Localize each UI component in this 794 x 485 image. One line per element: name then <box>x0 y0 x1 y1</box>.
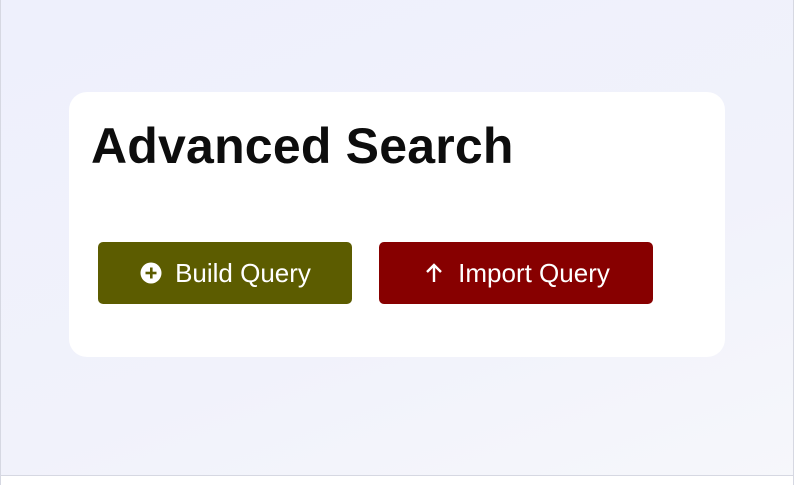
page-title: Advanced Search <box>91 118 514 174</box>
bottom-panel-edge <box>1 475 793 485</box>
plus-circle-icon <box>139 261 163 285</box>
arrow-up-icon <box>422 261 446 285</box>
search-card: Advanced Search Build Query Import Query <box>69 92 725 357</box>
build-query-label: Build Query <box>175 257 311 288</box>
import-query-label: Import Query <box>458 257 610 288</box>
import-query-button[interactable]: Import Query <box>379 242 653 304</box>
page-viewport: Advanced Search Build Query Import Query <box>0 0 794 485</box>
build-query-button[interactable]: Build Query <box>98 242 352 304</box>
